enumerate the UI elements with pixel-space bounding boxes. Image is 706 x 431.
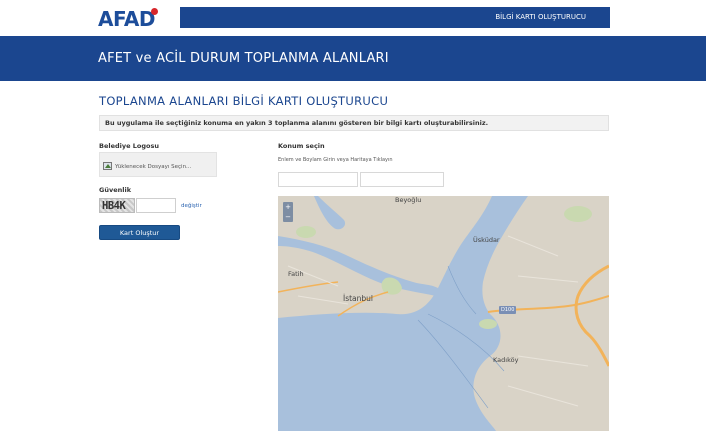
info-text: Bu uygulama ile seçtiğiniz konuma en yak… <box>105 119 489 127</box>
latitude-input[interactable] <box>278 172 358 187</box>
location-label: Konum seçin <box>278 142 325 150</box>
create-card-button[interactable]: Kart Oluştur <box>99 225 180 240</box>
map-label-uskudar: Üsküdar <box>473 236 500 244</box>
top-nav-bar: BİLGİ KARTI OLUŞTURUCU <box>180 7 610 28</box>
location-map[interactable]: + − Beyoğlu Üsküdar Fatih İstanbul Kadık… <box>278 196 609 431</box>
map-label-fatih: Fatih <box>288 270 304 278</box>
create-card-label: Kart Oluştur <box>119 229 160 237</box>
map-label-istanbul: İstanbul <box>343 294 374 303</box>
captcha-image: HB4K <box>99 198 135 213</box>
image-icon <box>103 162 112 170</box>
security-label: Güvenlik <box>99 186 132 194</box>
road-badge: D100 <box>499 306 517 314</box>
zoom-out-button[interactable]: − <box>283 212 293 222</box>
map-tiles <box>278 196 609 431</box>
captcha-input[interactable] <box>136 198 176 213</box>
longitude-input[interactable] <box>360 172 444 187</box>
zoom-in-button[interactable]: + <box>283 202 293 212</box>
info-box: Bu uygulama ile seçtiğiniz konuma en yak… <box>99 115 609 131</box>
map-label-beyoglu: Beyoğlu <box>395 196 422 204</box>
map-label-kadikoy: Kadıköy <box>493 356 519 364</box>
captcha-text: HB4K <box>102 200 126 212</box>
logo-upload-field[interactable]: Yüklenecek Dosyayı Seçin... <box>99 152 217 177</box>
banner-title: AFET ve ACİL DURUM TOPLANMA ALANLARI <box>98 51 389 66</box>
location-help: Enlem ve Boylam Girin veya Haritaya Tıkl… <box>278 157 393 163</box>
logo-dot <box>151 8 158 15</box>
afad-logo[interactable]: AFAD <box>98 7 155 31</box>
logo-label: Belediye Logosu <box>99 142 160 150</box>
captcha-refresh-link[interactable]: değiştir <box>181 203 202 209</box>
page-title: TOPLANMA ALANLARI BİLGİ KARTI OLUŞTURUCU <box>99 94 389 108</box>
nav-link-card-creator[interactable]: BİLGİ KARTI OLUŞTURUCU <box>495 13 586 21</box>
upload-placeholder: Yüklenecek Dosyayı Seçin... <box>115 164 192 170</box>
page-banner: AFET ve ACİL DURUM TOPLANMA ALANLARI <box>0 36 706 81</box>
zoom-control: + − <box>283 202 293 222</box>
